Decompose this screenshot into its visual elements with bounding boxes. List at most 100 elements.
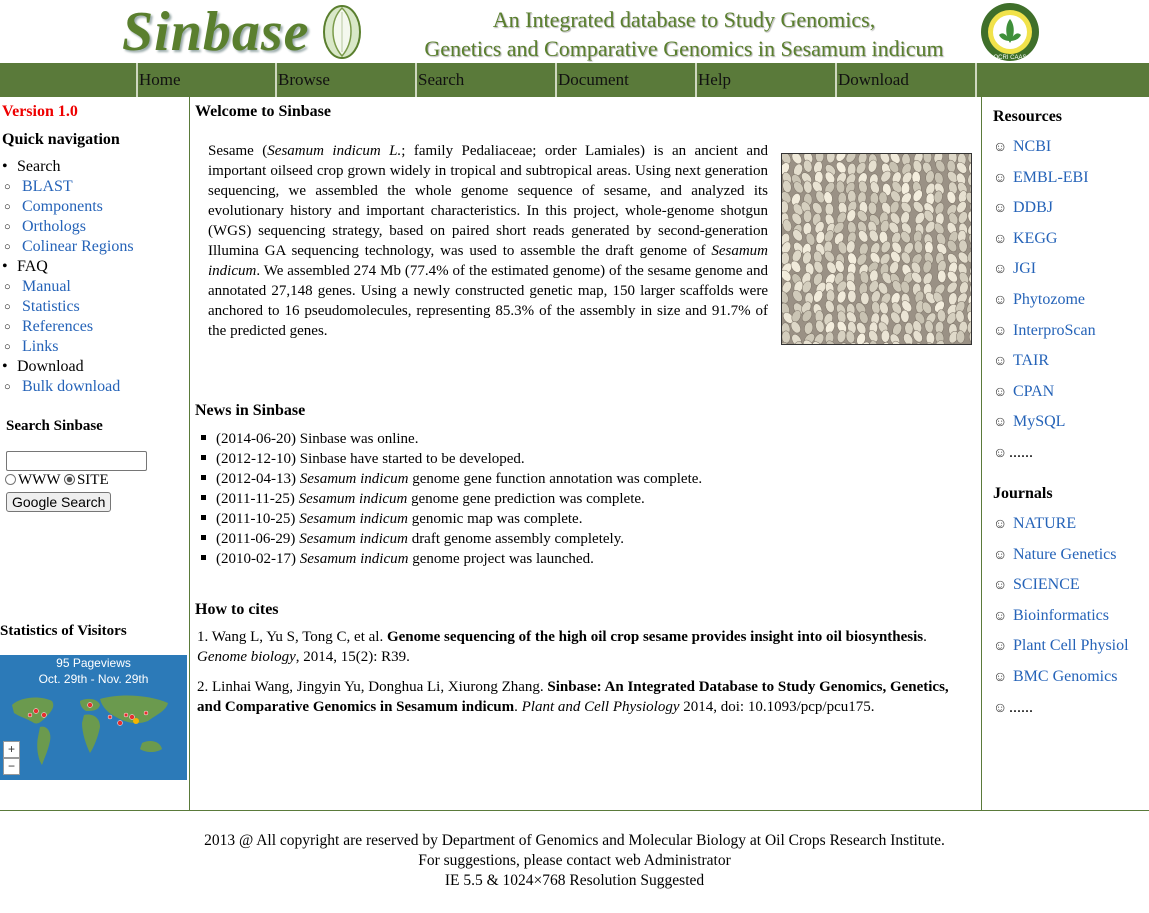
google-search-button[interactable]: Google Search bbox=[6, 492, 112, 512]
link-statistics[interactable]: Statistics bbox=[22, 298, 80, 315]
quick-nav-item[interactable]: Components bbox=[0, 197, 134, 217]
smiley-icon: ☺ bbox=[993, 639, 1008, 655]
journal-link[interactable]: BMC Genomics bbox=[1013, 668, 1117, 685]
news-item: (2010-02-17) Sesamum indicum genome proj… bbox=[216, 549, 702, 569]
svg-text:OCRI CAAS: OCRI CAAS bbox=[993, 55, 1026, 61]
intro-text: Sesame ( bbox=[208, 143, 268, 159]
journal-link[interactable]: NATURE bbox=[1013, 515, 1076, 532]
journal-link[interactable]: Bioinformatics bbox=[1013, 607, 1109, 624]
resource-link[interactable]: CPAN bbox=[1013, 383, 1054, 400]
quick-nav-item[interactable]: BLAST bbox=[0, 177, 134, 197]
resource-item: ☺...... bbox=[993, 443, 1096, 474]
journal-item: ☺...... bbox=[993, 698, 1129, 729]
smiley-icon: ☺ bbox=[993, 547, 1008, 563]
journal-item: ☺ Bioinformatics bbox=[993, 606, 1129, 637]
site-tagline: An Integrated database to Study Genomics… bbox=[394, 5, 974, 63]
site-footer: 2013 @ All copyright are reserved by Dep… bbox=[0, 831, 1149, 891]
smiley-icon: ☺ bbox=[993, 354, 1008, 370]
citation-1: 1. Wang L, Yu S, Tong C, et al. Genome s… bbox=[197, 629, 927, 665]
resource-item: ☺ EMBL-EBI bbox=[993, 168, 1096, 199]
quick-nav-item[interactable]: Manual bbox=[0, 277, 134, 297]
quick-nav-group-faq: FAQ bbox=[0, 257, 134, 277]
link-links[interactable]: Links bbox=[22, 338, 58, 355]
journal-item: ☺ Nature Genetics bbox=[993, 545, 1129, 576]
resources-list: ☺ NCBI ☺ EMBL-EBI ☺ DDBJ ☺ KEGG ☺ JGI ☺ Phytozome ☺ I… bbox=[993, 137, 1096, 474]
nav-document[interactable]: Document bbox=[555, 63, 692, 97]
search-input[interactable] bbox=[6, 451, 147, 471]
link-colinear-regions[interactable]: Colinear Regions bbox=[22, 238, 134, 255]
news-item: (2011-10-25) Sesamum indicum genomic map… bbox=[216, 509, 702, 529]
quick-nav-item[interactable]: References bbox=[0, 317, 134, 337]
left-sidebar: Version 1.0 Quick navigation Search BLAS… bbox=[0, 97, 190, 810]
cites-title: How to cites bbox=[195, 601, 279, 618]
resource-link[interactable]: KEGG bbox=[1013, 230, 1057, 247]
resource-link[interactable]: NCBI bbox=[1013, 138, 1051, 155]
resource-link[interactable]: JGI bbox=[1013, 260, 1036, 277]
news-item: (2011-11-25) Sesamum indicum genome gene… bbox=[216, 489, 702, 509]
nav-help[interactable]: Help bbox=[695, 63, 832, 97]
smiley-icon: ☺ bbox=[993, 201, 1008, 217]
resource-item: ☺ JGI bbox=[993, 259, 1096, 290]
map-zoom-in-button[interactable]: + bbox=[3, 741, 20, 758]
smiley-icon: ☺ bbox=[993, 140, 1008, 155]
news-title: News in Sinbase bbox=[195, 402, 306, 419]
journal-link[interactable]: Nature Genetics bbox=[1013, 546, 1117, 563]
resource-item: ☺ Phytozome bbox=[993, 290, 1096, 321]
smiley-icon: ☺ bbox=[993, 517, 1008, 532]
smiley-icon: ☺ bbox=[993, 415, 1008, 431]
tagline-line-1: An Integrated database to Study Genomics… bbox=[492, 7, 876, 32]
quick-nav-item[interactable]: Bulk download bbox=[0, 377, 134, 397]
journal-link[interactable]: Plant Cell Physiol bbox=[1013, 637, 1129, 654]
resource-item: ☺ TAIR bbox=[993, 351, 1096, 382]
resource-link[interactable]: DDBJ bbox=[1013, 199, 1053, 216]
tagline-line-2: Genetics and Comparative Genomics in Ses… bbox=[424, 36, 944, 61]
journal-item: ☺ Plant Cell Physiol bbox=[993, 636, 1129, 667]
footer-divider bbox=[0, 810, 1149, 811]
resource-link[interactable]: MySQL bbox=[1013, 413, 1065, 430]
resource-link[interactable]: EMBL-EBI bbox=[1013, 169, 1089, 186]
quick-nav-item[interactable]: Colinear Regions bbox=[0, 237, 134, 257]
intro-species: Sesamum indicum L. bbox=[267, 143, 402, 159]
quick-nav-item[interactable]: Orthologs bbox=[0, 217, 134, 237]
journal-link[interactable]: SCIENCE bbox=[1013, 576, 1080, 593]
intro-paragraph: Sesame (Sesamum indicum L.; family Pedal… bbox=[208, 141, 768, 341]
resolution-text: IE 5.5 & 1024×768 Resolution Suggested bbox=[444, 872, 705, 889]
link-orthologs[interactable]: Orthologs bbox=[22, 218, 86, 235]
resource-item: ☺ DDBJ bbox=[993, 198, 1096, 229]
smiley-icon: ☺ bbox=[993, 445, 1008, 461]
radio-site-label: SITE bbox=[76, 472, 109, 488]
quick-nav-group-download: Download bbox=[0, 357, 134, 377]
news-item: (2012-12-10) Sinbase have started to be … bbox=[216, 449, 702, 469]
link-blast[interactable]: BLAST bbox=[22, 178, 73, 195]
map-zoom-out-button[interactable]: − bbox=[3, 758, 20, 775]
nav-download[interactable]: Download bbox=[835, 63, 972, 97]
smiley-icon: ☺ bbox=[993, 384, 1008, 400]
resource-link[interactable]: TAIR bbox=[1013, 352, 1049, 369]
resource-item: ☺ MySQL bbox=[993, 412, 1096, 443]
news-list: (2014-06-20) Sinbase was online. (2012-1… bbox=[216, 429, 702, 569]
news-item: (2014-06-20) Sinbase was online. bbox=[216, 429, 702, 449]
radio-www[interactable] bbox=[5, 474, 16, 485]
resource-link[interactable]: Phytozome bbox=[1013, 291, 1085, 308]
radio-site[interactable] bbox=[63, 474, 75, 485]
link-references[interactable]: References bbox=[22, 318, 93, 335]
resource-item: ☺ InterproScan bbox=[993, 321, 1096, 352]
link-bulk-download[interactable]: Bulk download bbox=[22, 378, 120, 395]
nav-search[interactable]: Search bbox=[415, 63, 552, 97]
version-label: Version 1.0 bbox=[2, 103, 78, 120]
quick-nav-item[interactable]: Statistics bbox=[0, 297, 134, 317]
nav-home[interactable]: Home bbox=[136, 63, 273, 97]
search-section-title: Search Sinbase bbox=[6, 418, 103, 434]
sesame-flower-icon bbox=[323, 5, 361, 59]
intro-text: ; family Pedaliaceae; order Lamiales) is… bbox=[208, 143, 768, 259]
news-item: (2011-06-29) Sesamum indicum draft genom… bbox=[216, 529, 702, 549]
resource-link[interactable]: InterproScan bbox=[1013, 322, 1096, 339]
link-manual[interactable]: Manual bbox=[22, 278, 71, 295]
nav-browse[interactable]: Browse bbox=[275, 63, 412, 97]
link-components[interactable]: Components bbox=[22, 198, 103, 215]
quick-nav-item[interactable]: Links bbox=[0, 337, 134, 357]
journal-item: ☺ NATURE bbox=[993, 514, 1129, 545]
quick-nav-group-search: Search bbox=[0, 157, 134, 177]
visitor-map[interactable]: 95 Pageviews Oct. 29th - Nov. 29th + − bbox=[0, 655, 187, 780]
site-logo[interactable]: Sinbase bbox=[122, 0, 310, 64]
